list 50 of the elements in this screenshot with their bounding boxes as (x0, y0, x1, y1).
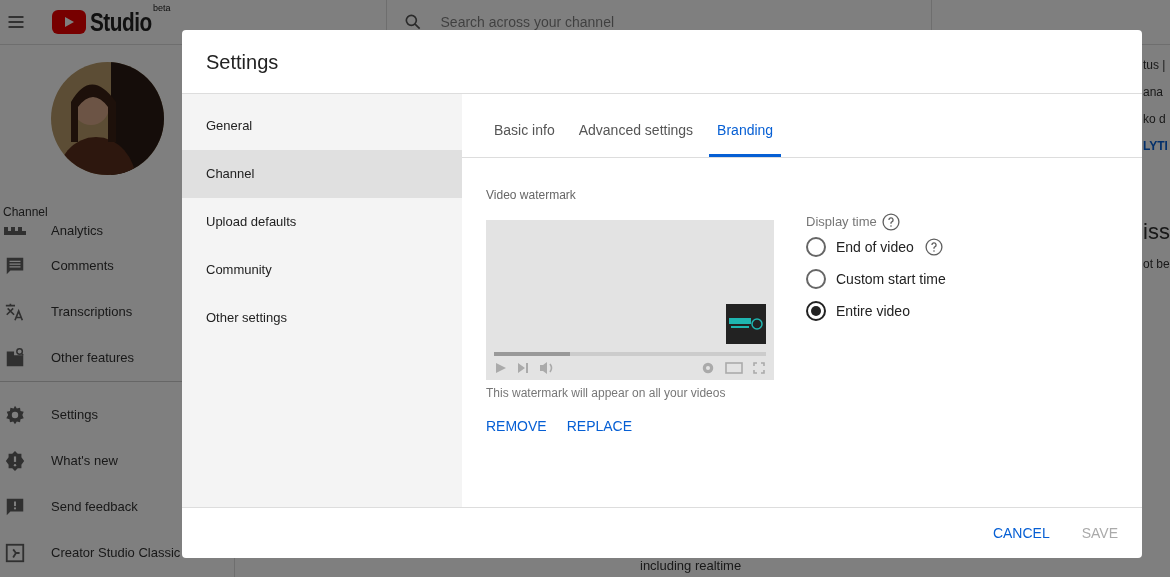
nav-item[interactable]: General (182, 102, 462, 150)
play-icon (495, 362, 507, 374)
help-icon[interactable] (880, 212, 901, 232)
search-field[interactable]: Search across your channel (440, 11, 915, 33)
nav-item[interactable]: Upload defaults (182, 198, 462, 246)
beta-label: beta (153, 2, 171, 15)
radio-button[interactable] (806, 269, 826, 289)
radio-label: Entire video (836, 301, 910, 321)
next-icon (517, 362, 529, 374)
logo-text: Studio (90, 5, 152, 39)
nav-item[interactable]: Community (182, 246, 462, 294)
sidebar-item[interactable]: What's new (0, 438, 234, 484)
settings-icon (701, 361, 715, 375)
watermark-caption: This watermark will appear on all your videos (486, 385, 727, 402)
help-icon[interactable] (923, 237, 944, 257)
background-text: ko d (1143, 111, 1166, 128)
document-search-icon (4, 347, 26, 369)
background-text: ot be (1143, 256, 1170, 273)
play-logo-icon[interactable] (52, 10, 86, 34)
tab[interactable]: Branding (709, 107, 782, 157)
radio-button[interactable] (806, 237, 826, 257)
text-button[interactable]: REPLACE (566, 416, 633, 437)
volume-icon (539, 361, 555, 375)
dialog-title: Settings (206, 49, 279, 75)
settings-icon (4, 404, 26, 426)
nav-item[interactable]: Channel (182, 150, 462, 198)
radio-button[interactable] (806, 301, 826, 321)
radio-label: End of video (836, 237, 914, 257)
fullscreen-icon (753, 362, 765, 374)
translate-icon (4, 301, 26, 323)
background-text: tus | (1143, 57, 1166, 74)
tab[interactable]: Basic info (486, 107, 563, 157)
dialog-button[interactable]: CANCEL (992, 522, 1050, 544)
background-text: iss (1143, 218, 1170, 246)
sidebar-item[interactable]: Send feedback (0, 484, 234, 530)
alert-icon (4, 450, 26, 472)
tab[interactable]: Advanced settings (570, 107, 702, 157)
chart-icon (4, 227, 26, 235)
exit-icon (4, 542, 26, 564)
section-label: Channel (3, 205, 48, 219)
theater-icon (725, 362, 743, 374)
background-text: ana (1143, 84, 1164, 101)
section-label: Video watermark (486, 187, 577, 204)
background-text: including realtime (640, 556, 743, 575)
sidebar-item[interactable]: Creator Studio Classic (0, 530, 234, 576)
background-text: LYTI (1143, 138, 1168, 155)
radio-label: Custom start time (836, 269, 946, 289)
section-label: Display time (806, 213, 877, 232)
text-button[interactable]: REMOVE (486, 416, 547, 437)
sidebar-item[interactable]: Settings (0, 392, 234, 438)
